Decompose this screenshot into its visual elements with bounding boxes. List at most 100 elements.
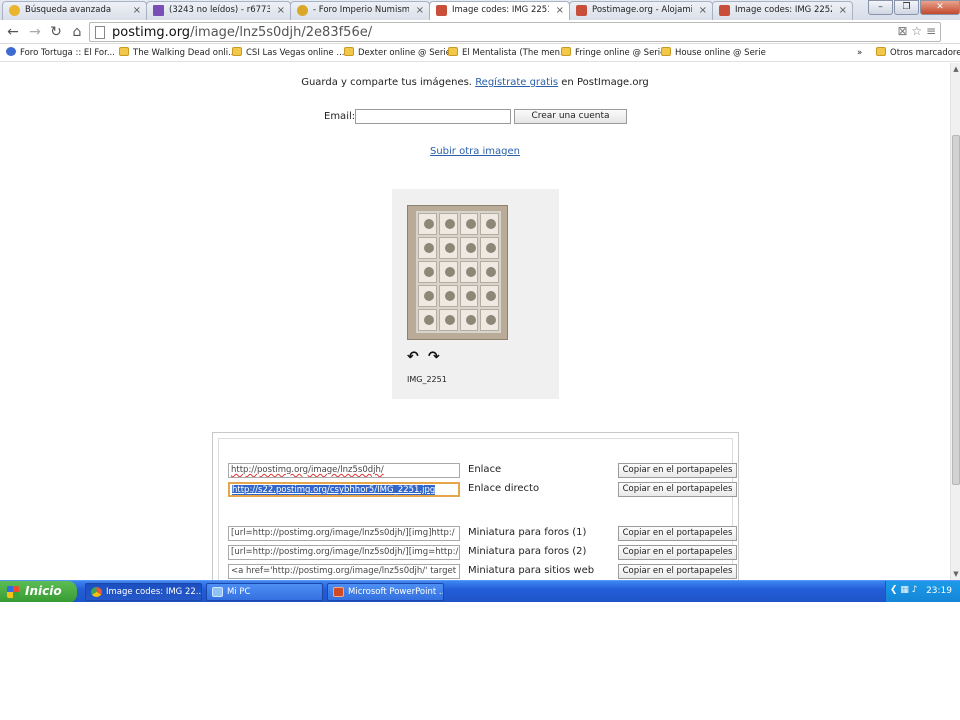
code-label: Miniatura para sitios web xyxy=(468,565,595,576)
windows-logo-icon xyxy=(7,586,19,598)
bookmark-icon xyxy=(661,47,671,56)
task-label: Microsoft PowerPoint ... xyxy=(348,587,444,597)
tagline-text: Guarda y comparte tus imágenes. xyxy=(301,77,472,88)
upload-another-row: Subir otra imagen xyxy=(0,146,950,157)
minimize-button[interactable]: – xyxy=(868,0,893,15)
bookmark-mentalista[interactable]: El Mentalista (The men... xyxy=(448,47,568,59)
clock: 23:19 xyxy=(926,586,952,596)
close-icon[interactable]: × xyxy=(556,2,564,19)
coin-favicon-icon xyxy=(297,5,308,16)
code-row-enlace-directo: http://s22.postimg.org/csybhhor5/IMG_225… xyxy=(213,482,740,498)
postimage-favicon-icon xyxy=(576,5,587,16)
address-bar[interactable]: postimg.org/image/lnz5s0djh/2e83f56e/ ⊠ … xyxy=(89,22,941,42)
scroll-down-icon[interactable]: ▼ xyxy=(951,570,960,578)
bookmark-dexter[interactable]: Dexter online @ Serie xyxy=(344,47,451,59)
close-window-button[interactable]: ✕ xyxy=(920,0,960,15)
rotate-right-icon[interactable]: ↷ xyxy=(428,349,440,365)
code-row-forum-thumb-1: [url=http://postimg.org/image/lnz5s0djh/… xyxy=(213,526,740,542)
close-icon[interactable]: × xyxy=(416,2,424,19)
copy-direct-link-button[interactable]: Copiar en el portapapeles xyxy=(618,482,737,497)
bookmarks-overflow-button[interactable]: » xyxy=(857,47,862,59)
image-name: IMG_2251 xyxy=(407,375,447,384)
home-button[interactable]: ⌂ xyxy=(68,23,86,41)
back-button[interactable]: ← xyxy=(4,23,22,41)
close-icon[interactable]: × xyxy=(699,2,707,19)
tab-title: Image codes: IMG 2252 xyxy=(735,5,832,15)
bookmark-label: Dexter online @ Serie xyxy=(358,48,451,58)
screen: Búsqueda avanzada × (3243 no leídos) - r… xyxy=(0,0,960,602)
copy-website-thumb-button[interactable]: Copiar en el portapapeles xyxy=(618,564,737,579)
start-button[interactable]: Inicio xyxy=(0,581,77,602)
bookmark-walking-dead[interactable]: The Walking Dead onli... xyxy=(119,47,236,59)
tray-icons[interactable]: ❮ ▦ ♪ xyxy=(890,585,918,595)
tab-busqueda-avanzada[interactable]: Búsqueda avanzada × xyxy=(2,1,147,20)
code-row-enlace: http://postimg.org/image/lnz5s0djh/ Enla… xyxy=(213,463,740,479)
email-field[interactable] xyxy=(355,109,511,124)
bookmarks-bar: Foro Tortuga :: El For... The Walking De… xyxy=(0,44,960,62)
tab-postimage-alojamiento[interactable]: Postimage.org - Alojamiento × xyxy=(569,1,713,20)
link-code-field[interactable]: http://postimg.org/image/lnz5s0djh/ xyxy=(228,463,460,478)
close-icon[interactable]: × xyxy=(277,2,285,19)
image-thumbnail[interactable] xyxy=(407,205,508,340)
close-icon[interactable]: × xyxy=(839,2,847,19)
rotate-left-icon[interactable]: ↶ xyxy=(407,349,419,365)
bookmark-label: Foro Tortuga :: El For... xyxy=(20,48,115,58)
scroll-up-icon[interactable]: ▲ xyxy=(951,65,960,73)
bookmark-icon xyxy=(232,47,242,56)
bookmark-csi[interactable]: CSI Las Vegas online ... xyxy=(232,47,344,59)
forum-thumb-2-code-field[interactable]: [url=http://postimg.org/image/lnz5s0djh/… xyxy=(228,545,460,560)
create-account-button[interactable]: Crear una cuenta xyxy=(514,109,627,124)
bookmark-fringe[interactable]: Fringe online @ Serie xyxy=(561,47,665,59)
bookmark-foro-tortuga[interactable]: Foro Tortuga :: El For... xyxy=(6,47,115,59)
copy-forum-thumb-2-button[interactable]: Copiar en el portapapeles xyxy=(618,545,737,560)
task-powerpoint[interactable]: Microsoft PowerPoint ... xyxy=(327,583,444,601)
coin-album-image xyxy=(416,211,501,333)
upload-another-link[interactable]: Subir otra imagen xyxy=(430,146,520,157)
tab-title: (3243 no leídos) - r6773788 xyxy=(169,5,270,15)
bookmark-label: The Walking Dead onli... xyxy=(133,48,237,58)
computer-icon xyxy=(212,587,223,597)
url-path: /image/lnz5s0djh/2e83f56e/ xyxy=(190,25,373,40)
windows-taskbar: Inicio Image codes: IMG 22... Mi PC Micr… xyxy=(0,580,960,602)
code-row-website-thumb: <a href='http://postimg.org/image/lnz5s0… xyxy=(213,564,740,580)
vertical-scrollbar[interactable]: ▲ ▼ xyxy=(950,63,960,580)
register-link[interactable]: Regístrate gratis xyxy=(475,77,558,88)
tab-image-codes-2251[interactable]: Image codes: IMG 2251 × xyxy=(429,1,570,20)
restore-button[interactable]: ❐ xyxy=(894,0,919,15)
mail-favicon-icon xyxy=(153,5,164,16)
website-thumb-code-field[interactable]: <a href='http://postimg.org/image/lnz5s0… xyxy=(228,564,460,579)
tab-foro-numismatico[interactable]: - Foro Imperio Numismático × xyxy=(290,1,430,20)
bookmark-label: CSI Las Vegas online ... xyxy=(246,48,345,58)
tab-mail[interactable]: (3243 no leídos) - r6773788 × xyxy=(146,1,291,20)
image-preview-box: ↶ ↷ IMG_2251 xyxy=(392,189,559,399)
url-host: postimg.org xyxy=(112,25,191,40)
close-icon[interactable]: × xyxy=(133,2,141,19)
task-mi-pc[interactable]: Mi PC xyxy=(206,583,323,601)
forum-thumb-1-code-field[interactable]: [url=http://postimg.org/image/lnz5s0djh/… xyxy=(228,526,460,541)
reload-button[interactable]: ↻ xyxy=(47,23,65,41)
bookmark-icon xyxy=(561,47,571,56)
url-text[interactable]: postimg.org/image/lnz5s0djh/2e83f56e/ xyxy=(112,24,372,41)
direct-link-code-field[interactable]: http://s22.postimg.org/csybhhor5/IMG_225… xyxy=(228,482,460,497)
other-bookmarks[interactable]: Otros marcadores xyxy=(876,47,960,59)
chrome-icon xyxy=(91,587,102,597)
postimage-favicon-icon xyxy=(719,5,730,16)
copy-link-button[interactable]: Copiar en el portapapeles xyxy=(618,463,737,478)
omnibox-icons[interactable]: ⊠ ☆ ≡ xyxy=(898,24,937,38)
bookmark-icon xyxy=(448,47,458,56)
tab-image-codes-2252[interactable]: Image codes: IMG 2252 × xyxy=(712,1,853,20)
code-row-forum-thumb-2: [url=http://postimg.org/image/lnz5s0djh/… xyxy=(213,545,740,561)
code-label: Miniatura para foros (2) xyxy=(468,546,587,557)
powerpoint-icon xyxy=(333,587,344,597)
task-chrome[interactable]: Image codes: IMG 22... xyxy=(85,583,202,601)
code-label: Enlace directo xyxy=(468,483,540,494)
page-content: Guarda y comparte tus imágenes. Regístra… xyxy=(0,63,950,580)
forward-button[interactable]: → xyxy=(26,23,44,41)
email-label: Email: xyxy=(324,111,356,122)
bookmark-label: El Mentalista (The men... xyxy=(462,48,569,58)
tab-title: Postimage.org - Alojamiento xyxy=(592,5,692,15)
bookmark-house[interactable]: House online @ Serie xyxy=(661,47,766,59)
scrollbar-thumb[interactable] xyxy=(952,135,960,485)
browser-toolbar: ← → ↻ ⌂ postimg.org/image/lnz5s0djh/2e83… xyxy=(0,20,960,44)
copy-forum-thumb-1-button[interactable]: Copiar en el portapapeles xyxy=(618,526,737,541)
